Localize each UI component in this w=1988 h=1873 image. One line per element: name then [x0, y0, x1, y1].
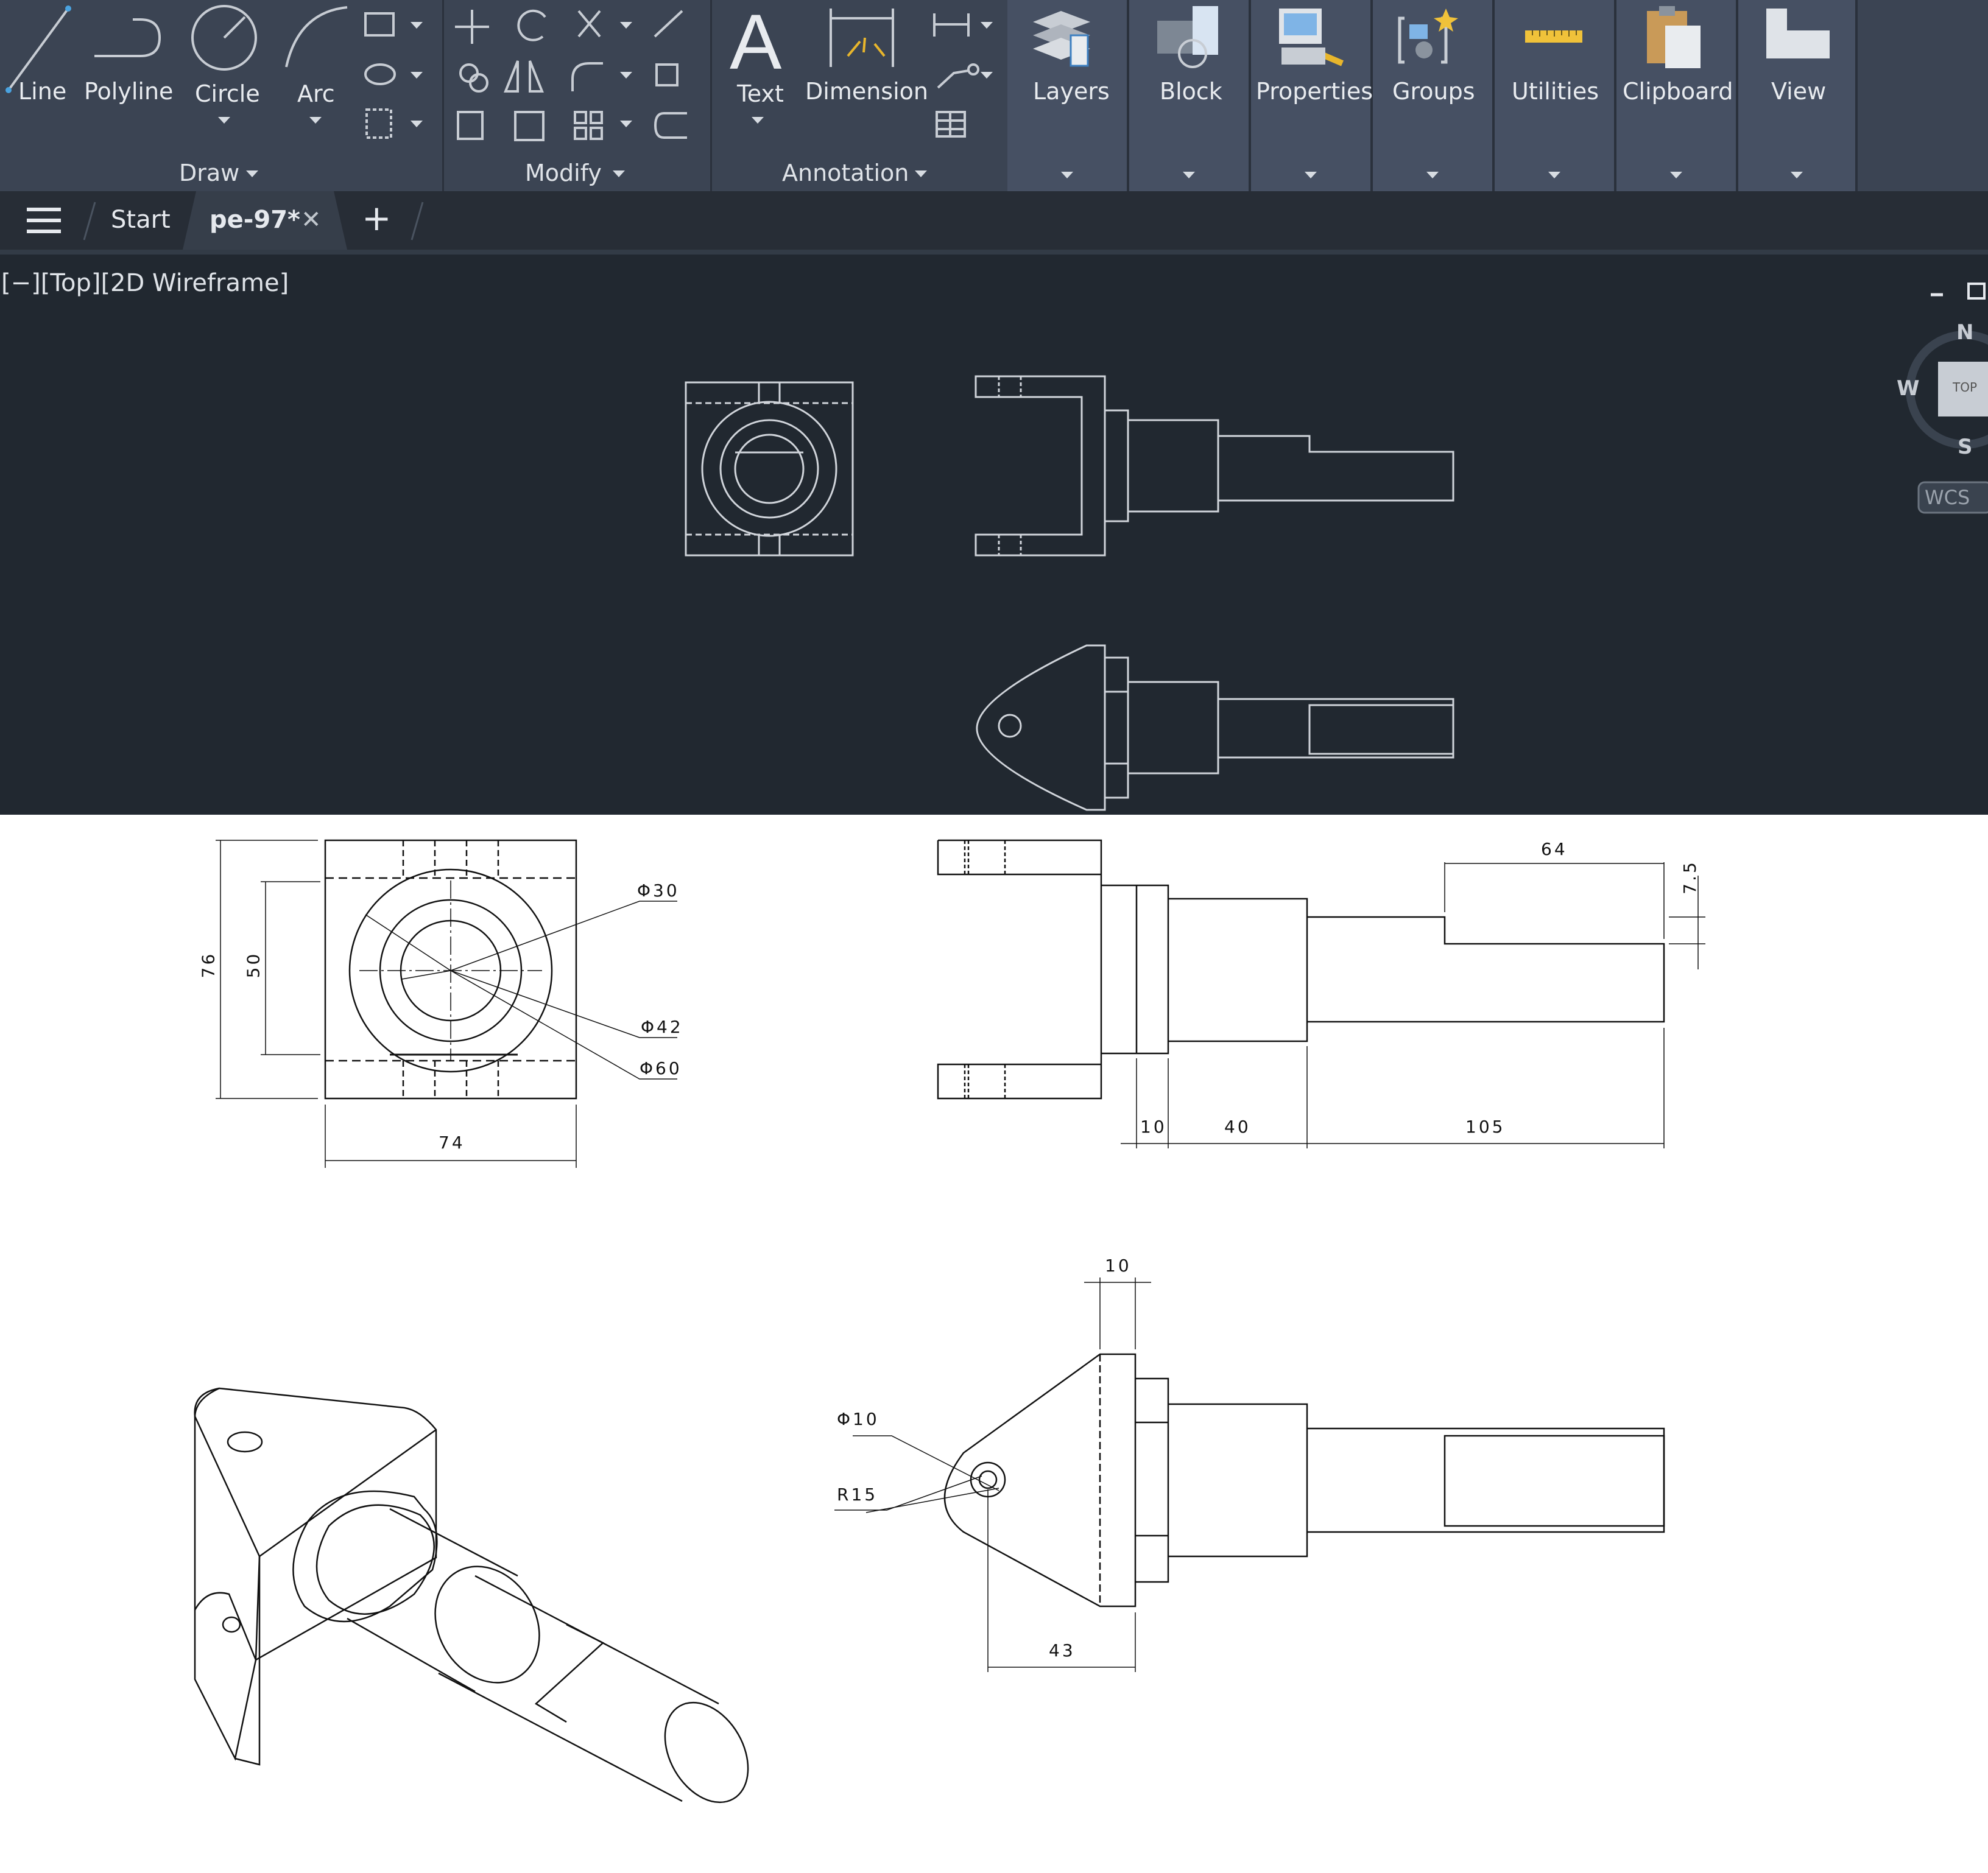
ref-side-view: [937, 839, 1705, 1148]
linear-dim-icon: [933, 13, 970, 37]
dim-width-64: 64: [1541, 839, 1568, 859]
vp-top-view: [976, 644, 1454, 811]
ref-front-view: [216, 839, 677, 1168]
layers-caret-icon[interactable]: [1061, 172, 1073, 178]
reference-drawing-sheet: Φ30 Φ42 Φ60 76 50 74 64 7.5 10 40 105 Φ1…: [0, 815, 1988, 1873]
annotation-panel-label[interactable]: Annotation: [782, 160, 909, 186]
viewcube-top-face[interactable]: TOP: [1953, 380, 1977, 395]
dim-width-10: 10: [1140, 1117, 1167, 1137]
dim-height-76: 76: [198, 951, 219, 979]
view-caret-icon[interactable]: [1791, 172, 1803, 178]
vp-side-view: [975, 375, 1454, 557]
view-label: View: [1771, 78, 1827, 105]
dim-thickness-10: 10: [1105, 1256, 1132, 1276]
clipboard-caret-icon[interactable]: [1670, 172, 1682, 178]
ref-isometric-view: [194, 1387, 749, 1804]
properties-caret-icon[interactable]: [1305, 172, 1317, 178]
block-panel[interactable]: Block: [1129, 0, 1251, 191]
wcs-menu[interactable]: WCS: [1925, 486, 1970, 509]
viewcube-west[interactable]: W: [1897, 376, 1920, 401]
tab-close-icon[interactable]: ✕: [301, 206, 322, 234]
utilities-caret-icon[interactable]: [1548, 172, 1560, 178]
viewcube-north[interactable]: N: [1956, 320, 1973, 345]
utilities-panel[interactable]: Utilities: [1495, 0, 1616, 191]
dim-dia-60: Φ60: [640, 1058, 682, 1078]
clipboard-label: Clipboard: [1623, 78, 1733, 105]
dim-height-7-5: 7.5: [1679, 860, 1700, 894]
drawing-viewport[interactable]: [−][Top][2D Wireframe] N S W TOP WCS: [0, 250, 1988, 815]
groups-caret-icon[interactable]: [1426, 172, 1439, 178]
block-caret-icon[interactable]: [1183, 172, 1195, 178]
dim-width-74: 74: [439, 1133, 465, 1153]
dim-width-40: 40: [1224, 1117, 1251, 1137]
vp-front-view: [685, 381, 854, 557]
reference-linework: [194, 839, 1705, 1804]
dim-dia-10: Φ10: [837, 1409, 879, 1429]
annotation-panel-caret-icon[interactable]: [915, 170, 927, 177]
properties-label: Properties: [1256, 78, 1373, 105]
ref-top-view: [834, 1277, 1665, 1672]
dim-width-105: 105: [1465, 1117, 1506, 1137]
groups-panel[interactable]: Groups: [1373, 0, 1495, 191]
leader-caret-icon[interactable]: [981, 72, 993, 79]
layers-label: Layers: [1033, 78, 1110, 105]
ribbon: Line Polyline Circle Arc Draw Modify A T…: [0, 0, 1988, 191]
utilities-label: Utilities: [1512, 78, 1599, 105]
viewport-linework: [685, 283, 1988, 811]
tab-start[interactable]: Start: [111, 206, 171, 234]
file-tab-bar: Start pe-97* ✕ +: [0, 191, 1988, 250]
dim-radius-15: R15: [837, 1485, 878, 1505]
viewcube: [1906, 283, 1988, 514]
properties-panel[interactable]: Properties: [1251, 0, 1373, 191]
new-tab-button[interactable]: +: [362, 197, 392, 239]
app-menu-button[interactable]: [18, 200, 67, 242]
layers-panel[interactable]: Layers: [1007, 0, 1129, 191]
linear-dim-caret-icon[interactable]: [981, 22, 993, 29]
groups-label: Groups: [1392, 78, 1475, 105]
dim-dia-30: Φ30: [637, 880, 680, 901]
clipboard-panel[interactable]: Clipboard: [1616, 0, 1738, 191]
dim-dia-42: Φ42: [641, 1017, 683, 1037]
view-panel[interactable]: View: [1738, 0, 1858, 191]
dim-width-43: 43: [1049, 1640, 1076, 1660]
viewcube-south[interactable]: S: [1958, 435, 1973, 459]
viewport-window-controls[interactable]: [1925, 285, 1986, 309]
tab-active-drawing[interactable]: pe-97*: [210, 206, 300, 234]
dim-height-50: 50: [243, 951, 264, 979]
block-label: Block: [1160, 78, 1222, 105]
leader-icon: [937, 69, 969, 89]
